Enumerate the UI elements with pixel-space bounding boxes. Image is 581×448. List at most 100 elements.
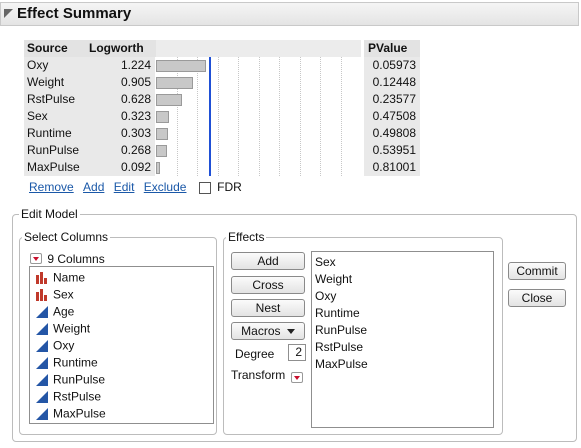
- logworth-bar: [156, 60, 207, 72]
- continuous-triangle-icon: [36, 339, 48, 352]
- pvalue-cell: 0.81001: [372, 160, 416, 174]
- effect-list-item[interactable]: Weight: [315, 271, 352, 288]
- column-list-item[interactable]: MaxPulse: [36, 405, 106, 422]
- source-cell[interactable]: MaxPulse: [27, 159, 80, 176]
- logworth-cell: 1.224: [120, 58, 151, 72]
- logworth-bar: [156, 111, 170, 123]
- plot-gridline: [258, 57, 260, 176]
- logworth-plot: [156, 57, 361, 176]
- column-name: Name: [53, 270, 86, 285]
- degree-input[interactable]: 2: [288, 344, 306, 361]
- fdr-checkbox[interactable]: [198, 181, 211, 194]
- source-cell[interactable]: Sex: [27, 108, 48, 125]
- column-name: RunPulse: [53, 372, 106, 387]
- plot-gridline: [238, 57, 239, 176]
- plot-gridline: [299, 57, 301, 176]
- macros-label: Macros: [241, 324, 281, 338]
- column-name: Weight: [53, 321, 91, 336]
- edit-link[interactable]: Edit: [114, 180, 135, 194]
- continuous-triangle-icon: [36, 305, 48, 318]
- source-cell[interactable]: Oxy: [27, 57, 48, 74]
- plot-gridline: [279, 57, 280, 176]
- macros-button[interactable]: Macros: [231, 322, 305, 340]
- select-columns-title: Select Columns: [22, 230, 111, 244]
- column-list-item[interactable]: Sex: [36, 286, 74, 303]
- exclude-link[interactable]: Exclude: [144, 180, 187, 194]
- pvalue-cell: 0.05973: [372, 58, 416, 72]
- effects-group: Effects Add Cross Nest Macros Degree 2 T…: [223, 230, 503, 435]
- logworth-bar: [156, 94, 182, 106]
- continuous-triangle-icon: [36, 373, 48, 386]
- significance-reference-line: [209, 57, 212, 176]
- source-cell[interactable]: Runtime: [27, 125, 72, 142]
- effect-list-item[interactable]: Runtime: [315, 305, 360, 322]
- logworth-cell: 0.303: [120, 126, 151, 140]
- nominal-bar-icon: [36, 271, 48, 284]
- chevron-down-icon: [286, 329, 295, 335]
- plot-gridline: [217, 57, 219, 176]
- nest-button[interactable]: Nest: [231, 299, 305, 317]
- plot-gridline: [340, 57, 342, 176]
- effect-list-item[interactable]: RstPulse: [315, 339, 363, 356]
- effects-list[interactable]: Sex Weight Oxy Runtime RunPulse RstPulse MaxPu…: [311, 251, 494, 428]
- transform-menu-icon[interactable]: [291, 372, 303, 384]
- source-cell[interactable]: Weight: [27, 74, 64, 91]
- disclosure-triangle-icon[interactable]: [4, 9, 13, 18]
- logworth-column-header: Logworth: [85, 40, 159, 57]
- column-list-item[interactable]: Age: [36, 303, 74, 320]
- pvalue-cell: 0.47508: [372, 109, 416, 123]
- source-column-header: Source: [24, 40, 85, 57]
- close-button[interactable]: Close: [508, 289, 566, 307]
- degree-label: Degree: [235, 347, 275, 361]
- logworth-cell: 0.092: [120, 160, 151, 174]
- pvalue-cell: 0.23577: [372, 92, 416, 106]
- effects-title: Effects: [226, 230, 267, 244]
- logworth-bar: [156, 128, 169, 140]
- effect-list-item[interactable]: Oxy: [315, 288, 336, 305]
- fdr-label: FDR: [217, 180, 242, 194]
- column-list-item[interactable]: Runtime: [36, 354, 98, 371]
- nominal-bar-icon: [36, 288, 48, 301]
- edit-model-panel: Edit Model Select Columns 9 Columns Name…: [12, 207, 577, 442]
- continuous-triangle-icon: [36, 322, 48, 335]
- column-list[interactable]: Name Sex Age Weight Oxy Runtime RunPulse RstPul…: [29, 266, 214, 424]
- logworth-cell: 0.268: [120, 143, 151, 157]
- continuous-triangle-icon: [36, 390, 48, 403]
- logworth-cell: 0.323: [120, 109, 151, 123]
- source-cell[interactable]: RstPulse: [27, 91, 75, 108]
- columns-filter[interactable]: 9 Columns: [30, 251, 105, 266]
- pvalue-cell: 0.53951: [372, 143, 416, 157]
- cross-button[interactable]: Cross: [231, 276, 305, 294]
- add-link[interactable]: Add: [83, 180, 104, 194]
- column-list-item[interactable]: RstPulse: [36, 388, 101, 405]
- summary-actions: Remove Add Edit Exclude FDR: [29, 180, 242, 194]
- remove-link[interactable]: Remove: [29, 180, 74, 194]
- logworth-cell: 0.628: [120, 92, 151, 106]
- columns-count: 9 Columns: [47, 251, 105, 266]
- continuous-triangle-icon: [36, 356, 48, 369]
- column-name: Oxy: [53, 338, 75, 353]
- effect-summary-title: Effect Summary: [17, 5, 132, 22]
- column-name: Runtime: [53, 355, 98, 370]
- continuous-triangle-icon: [36, 407, 48, 420]
- pvalue-column-header: PValue: [364, 40, 420, 57]
- column-list-item[interactable]: Weight: [36, 320, 90, 337]
- column-name: RstPulse: [53, 389, 102, 404]
- source-cell[interactable]: RunPulse: [27, 142, 79, 159]
- effect-list-item[interactable]: Sex: [315, 254, 336, 271]
- column-list-item[interactable]: Oxy: [36, 337, 74, 354]
- effect-list-item[interactable]: MaxPulse: [315, 356, 368, 373]
- edit-model-title: Edit Model: [19, 207, 80, 221]
- logworth-bar: [156, 145, 167, 157]
- plot-gridline: [176, 57, 178, 176]
- effect-list-item[interactable]: RunPulse: [315, 322, 367, 339]
- effect-summary-header[interactable]: Effect Summary: [0, 2, 579, 26]
- logworth-bar: [156, 162, 160, 174]
- column-list-item[interactable]: RunPulse: [36, 371, 105, 388]
- red-triangle-menu-icon[interactable]: [30, 253, 42, 265]
- column-list-item[interactable]: Name: [36, 269, 85, 286]
- commit-button[interactable]: Commit: [508, 262, 566, 280]
- plot-gridline: [197, 57, 198, 176]
- add-effect-button[interactable]: Add: [231, 252, 305, 270]
- column-name: Sex: [53, 287, 74, 302]
